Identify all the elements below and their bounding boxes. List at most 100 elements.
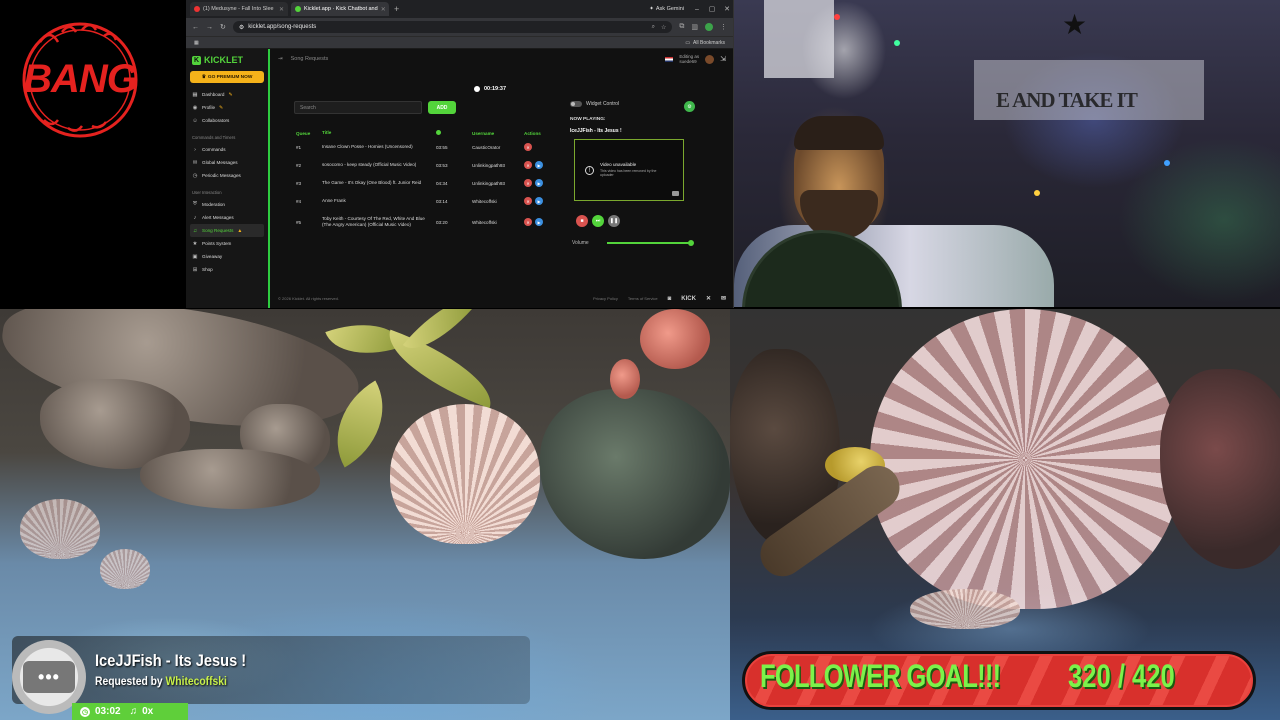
sidepanel-icon[interactable]: ▥ xyxy=(691,23,698,31)
zoom-icon[interactable]: ⌕ xyxy=(652,24,655,31)
plant-leaf xyxy=(376,329,504,409)
song-requester: Whitecoffski xyxy=(472,198,497,204)
logout-icon[interactable]: ⇲ xyxy=(720,55,726,63)
ask-gemini-button[interactable]: ✦ Ask Gemini xyxy=(645,5,688,13)
requested-by-label: Requested by xyxy=(95,674,163,688)
search-input[interactable]: Search xyxy=(294,101,422,114)
tab-kicklet[interactable]: Kicklet.app · Kick Chatbot and ✕ xyxy=(291,2,389,16)
url-input[interactable]: ⚙ kicklet.app/song-requests ⌕ ☆ xyxy=(232,21,673,33)
kick-link[interactable]: KICK xyxy=(681,296,696,302)
apps-icon[interactable]: ▦ xyxy=(194,40,199,46)
widget-control: Widget Control xyxy=(570,101,700,107)
duration-clock-icon xyxy=(436,130,441,135)
sidebar-item-points-system[interactable]: ★ Points System xyxy=(190,237,264,250)
delete-icon[interactable]: ✕ xyxy=(524,179,532,187)
col-actions: Actions xyxy=(524,130,541,136)
reload-icon[interactable]: ↻ xyxy=(220,23,226,31)
maximize-icon[interactable]: ▢ xyxy=(706,5,718,13)
close-tab-icon[interactable]: ✕ xyxy=(381,6,386,13)
kicklet-app: K KICKLET ♛ GO PREMIUM NOW ▦ Dashboard ✎ ◉… xyxy=(186,49,733,308)
go-premium-button[interactable]: ♛ GO PREMIUM NOW xyxy=(190,71,264,83)
song-requester: Whitecoffski xyxy=(472,219,497,225)
small-shell xyxy=(100,549,150,589)
timer-icon xyxy=(474,86,480,92)
terminal-icon: › xyxy=(194,146,196,153)
video-player[interactable]: ! Video unavailable This video has been … xyxy=(574,139,684,201)
sidebar-item-label: Song Requests xyxy=(202,228,234,233)
timer-value: 00:19:37 xyxy=(484,86,507,92)
sidebar-item-alert-messages[interactable]: ♪ Alert Messages xyxy=(190,211,264,224)
sidebar-item-moderation[interactable]: ⛨ Moderation xyxy=(190,198,264,211)
profile-avatar[interactable] xyxy=(705,23,713,31)
sidebar-item-shop[interactable]: ⊞ Shop xyxy=(190,263,264,276)
stop-button[interactable]: ■ xyxy=(576,215,588,227)
close-tab-icon[interactable]: ✕ xyxy=(279,6,284,13)
sidebar-item-periodic-messages[interactable]: ◷ Periodic Messages xyxy=(190,169,264,182)
bookmark-star-icon[interactable]: ☆ xyxy=(661,24,666,31)
minimize-icon[interactable]: – xyxy=(691,6,703,13)
delete-icon[interactable]: ✕ xyxy=(524,218,532,226)
song-requester: Unlinkingpath93 xyxy=(472,162,505,168)
play-now-icon[interactable]: ▶ xyxy=(535,179,543,187)
requester-name: Whitecoffski xyxy=(165,674,227,688)
tab-label: (1) Medusyne - Fall Into Slee xyxy=(203,6,274,12)
menu-dots-icon[interactable]: ⋮ xyxy=(720,23,727,31)
table-row: #4 Anne Frank 03:14 Whitecoffski ✕ ▶ xyxy=(296,192,552,210)
scallop-shell xyxy=(390,404,540,544)
play-now-icon[interactable]: ▶ xyxy=(535,161,543,169)
tab-label: Kicklet.app · Kick Chatbot and xyxy=(304,6,378,12)
pause-button[interactable]: ❚❚ xyxy=(608,215,620,227)
delete-icon[interactable]: ✕ xyxy=(524,143,532,151)
user-avatar[interactable] xyxy=(705,54,715,64)
song-title: Anne Frank xyxy=(322,198,346,204)
collapse-sidebar-icon[interactable]: ⇥ xyxy=(278,56,283,62)
stream-timer: 00:19:37 xyxy=(474,86,506,92)
discord-icon[interactable]: ◙ xyxy=(668,296,672,302)
sidebar-item-song-requests[interactable]: ♫ Song Requests ▲ xyxy=(190,224,264,237)
site-info-icon[interactable]: ⚙ xyxy=(239,24,244,31)
sidebar-item-global-messages[interactable]: ✉ Global Messages xyxy=(190,156,264,169)
brand-label: KICKLET xyxy=(204,55,243,65)
sidebar-item-label: Collaborators xyxy=(202,118,230,123)
volume-slider-handle[interactable] xyxy=(687,240,694,246)
back-icon[interactable]: ← xyxy=(192,24,199,31)
delete-icon[interactable]: ✕ xyxy=(524,161,532,169)
x-icon[interactable]: ✕ xyxy=(706,295,711,302)
queue-position: #5 xyxy=(296,219,302,225)
queue-position: #3 xyxy=(296,180,302,186)
widget-settings-button[interactable]: ⚙ xyxy=(684,101,695,112)
tab-bar: (1) Medusyne - Fall Into Slee ✕ Kicklet.… xyxy=(186,0,733,18)
terms-link[interactable]: Terms of Service xyxy=(628,296,658,301)
sidebar-item-collaborators[interactable]: ☺ Collaborators xyxy=(190,114,264,127)
col-duration xyxy=(436,130,472,136)
delete-icon[interactable]: ✕ xyxy=(524,197,532,205)
mail-icon[interactable]: ✉ xyxy=(721,295,726,302)
new-tab-button[interactable]: + xyxy=(394,4,399,14)
col-username: Username xyxy=(472,130,495,136)
sidebar-item-commands[interactable]: › Commands xyxy=(190,143,264,156)
close-window-icon[interactable]: ✕ xyxy=(721,5,733,13)
forward-icon[interactable]: → xyxy=(206,24,213,31)
youtube-logo-icon xyxy=(672,191,679,196)
privacy-policy-link[interactable]: Privacy Policy xyxy=(593,296,618,301)
kicklet-brand[interactable]: K KICKLET xyxy=(192,53,264,67)
editing-as: Editing as suede69 xyxy=(679,54,699,64)
skip-button[interactable]: ⏭ xyxy=(592,215,604,227)
language-flag-icon[interactable] xyxy=(665,56,674,62)
tab-youtube[interactable]: (1) Medusyne - Fall Into Slee ✕ xyxy=(190,2,288,16)
extensions-icon[interactable]: ⧉ xyxy=(679,23,684,31)
play-now-icon[interactable]: ▶ xyxy=(535,197,543,205)
sidebar-item-label: Giveaway xyxy=(202,254,223,259)
sidebar-item-dashboard[interactable]: ▦ Dashboard ✎ xyxy=(190,88,264,101)
song-requester: CausticOrator xyxy=(472,144,501,150)
editing-as-user: suede69 xyxy=(679,59,697,64)
light-icon xyxy=(1164,160,1170,166)
add-song-button[interactable]: ADD xyxy=(428,101,456,114)
volume-slider[interactable] xyxy=(606,240,694,246)
play-now-icon[interactable]: ▶ xyxy=(535,218,543,226)
sidebar-item-profile[interactable]: ◉ Profile ✎ xyxy=(190,101,264,114)
sidebar-item-giveaway[interactable]: ▣ Giveaway xyxy=(190,250,264,263)
all-bookmarks-button[interactable]: ▭ All Bookmarks xyxy=(685,40,725,46)
table-row: #1 Insane Clown Posse - Homies (Uncensor… xyxy=(296,138,552,156)
widget-control-toggle[interactable] xyxy=(570,101,582,107)
